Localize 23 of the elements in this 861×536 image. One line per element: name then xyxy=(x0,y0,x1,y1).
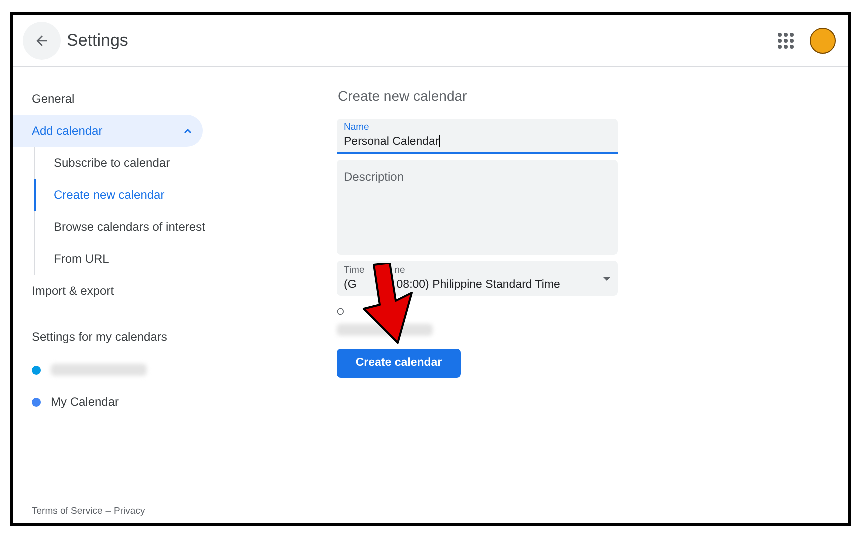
privacy-link[interactable]: Privacy xyxy=(114,504,146,519)
apps-grid-icon[interactable] xyxy=(778,32,794,48)
sidebar-item[interactable]: Add calendar xyxy=(13,115,203,147)
avatar[interactable] xyxy=(810,28,836,54)
section-heading: Settings for my calendars xyxy=(31,329,168,346)
form-title: Create new calendar xyxy=(338,87,468,106)
create-calendar-button[interactable]: Create calendar xyxy=(337,349,461,378)
sidebar-item[interactable]: Import & export xyxy=(10,275,323,307)
dropdown-caret-icon xyxy=(603,277,611,282)
terms-link[interactable]: Terms of Service xyxy=(32,504,103,519)
sidebar-item[interactable]: From URL xyxy=(36,243,323,275)
chevron-icon xyxy=(183,126,193,136)
sidebar-item[interactable]: General xyxy=(10,83,323,115)
owner-label: O xyxy=(337,306,346,320)
page-title: Settings xyxy=(67,30,128,52)
separator-text: – xyxy=(106,504,112,519)
calendar-name[interactable]: My Calendar xyxy=(51,393,120,411)
name-field[interactable]: Name Personal Calendar xyxy=(337,119,618,154)
sidebar-item[interactable]: Subscribe to calendar xyxy=(36,147,323,179)
time-zone-dropdown[interactable]: Time ne (G 08:00) Philippine Standard Time xyxy=(337,261,618,296)
sidebar-item[interactable]: Create new calendar xyxy=(36,179,323,211)
sidebar-item[interactable]: Browse calendars of interest xyxy=(36,211,323,243)
description-field[interactable]: Description xyxy=(337,160,618,255)
